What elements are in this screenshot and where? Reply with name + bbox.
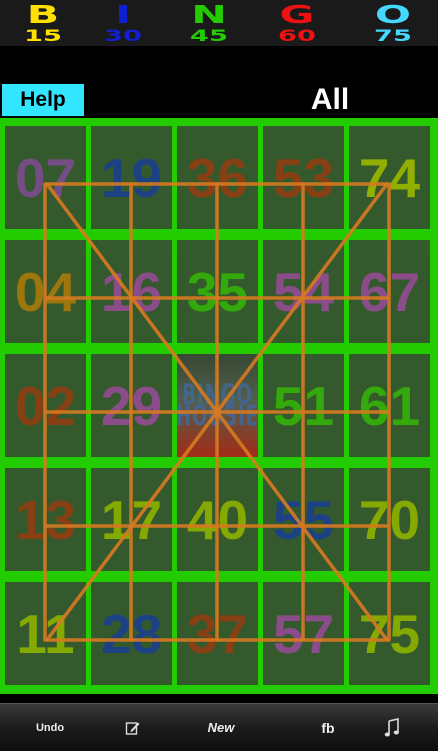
bingo-cell[interactable]: 07: [5, 126, 86, 229]
bingo-cell[interactable]: 57: [263, 582, 344, 685]
bingo-cell[interactable]: 29: [91, 354, 172, 457]
bingo-cell[interactable]: 11: [5, 582, 86, 685]
facebook-button[interactable]: fb: [308, 704, 348, 751]
bingo-cell[interactable]: 36: [177, 126, 258, 229]
bingo-cell[interactable]: 51: [263, 354, 344, 457]
bingo-cell[interactable]: 04: [5, 240, 86, 343]
bingo-card: 07 19 36 53 74 04 16 35 54 67 02 29 BINGO HOUSIE 51 61 1…: [0, 118, 438, 694]
help-button[interactable]: Help: [2, 84, 84, 116]
music-note-icon: [384, 717, 399, 736]
bingo-cell[interactable]: 74: [349, 126, 430, 229]
bingo-cell[interactable]: 61: [349, 354, 430, 457]
edit-icon: [125, 721, 140, 735]
new-game-button[interactable]: New: [196, 704, 246, 751]
free-space-text: HOUSIE: [176, 399, 259, 433]
header-letter: O: [374, 0, 412, 29]
bingo-cell[interactable]: 70: [349, 468, 430, 571]
bingo-cell[interactable]: 54: [263, 240, 344, 343]
bingo-cell[interactable]: 28: [91, 582, 172, 685]
bingo-cell[interactable]: 02: [5, 354, 86, 457]
bingo-cell[interactable]: 67: [349, 240, 430, 343]
bingo-cell[interactable]: 53: [263, 126, 344, 229]
bingo-cell[interactable]: 13: [5, 468, 86, 571]
bingo-cell[interactable]: 37: [177, 582, 258, 685]
bingo-cell[interactable]: 55: [263, 468, 344, 571]
bingo-cell[interactable]: 19: [91, 126, 172, 229]
bingo-cell[interactable]: 35: [177, 240, 258, 343]
header-column-o: O 75: [354, 2, 432, 44]
pattern-mode-label[interactable]: All: [250, 82, 410, 118]
bingo-cell[interactable]: 40: [177, 468, 258, 571]
header-max: 75: [374, 26, 412, 45]
free-space[interactable]: BINGO HOUSIE: [176, 354, 259, 457]
bingo-header: B 15 I 30 N 45 G 60 O 75: [0, 0, 438, 46]
bingo-cell[interactable]: 17: [91, 468, 172, 571]
bingo-cell[interactable]: 75: [349, 582, 430, 685]
bingo-cell[interactable]: 16: [91, 240, 172, 343]
edit-button[interactable]: [115, 704, 151, 751]
music-button[interactable]: [372, 704, 412, 751]
undo-button[interactable]: Undo: [22, 704, 78, 751]
header-column-g: G 60: [258, 2, 336, 44]
bottom-toolbar: Undo New fb: [0, 703, 438, 751]
